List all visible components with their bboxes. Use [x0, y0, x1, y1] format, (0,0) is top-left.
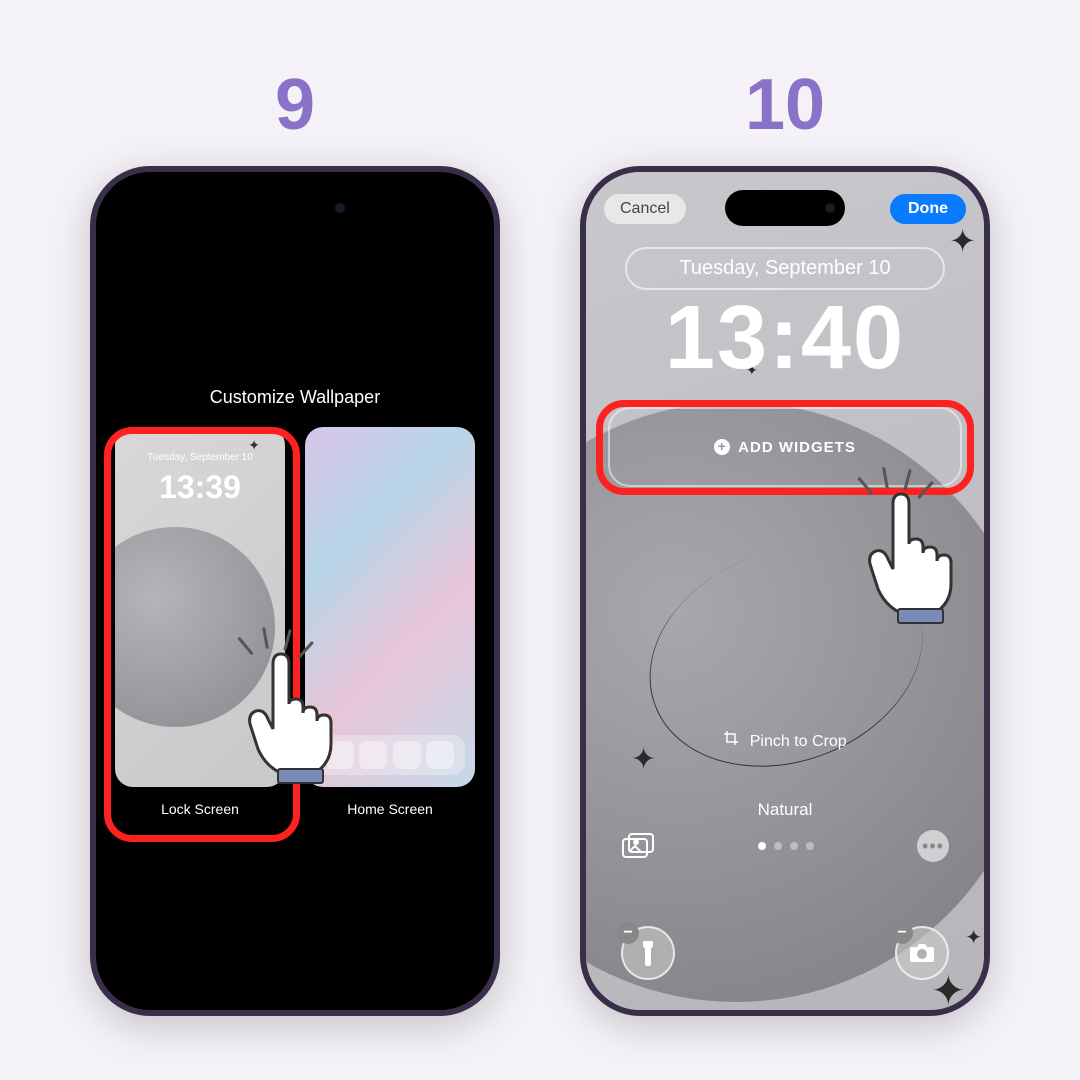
page-indicator[interactable]: [758, 842, 814, 850]
phone-frame-9: Customize Wallpaper ✦ Tuesday, September…: [90, 166, 500, 1016]
customize-wallpaper-title: Customize Wallpaper: [96, 387, 494, 408]
photos-icon[interactable]: [621, 832, 655, 860]
date-widget[interactable]: Tuesday, September 10: [625, 247, 945, 290]
camera-button[interactable]: −: [895, 926, 949, 980]
dock-app-icon: [393, 741, 421, 769]
dynamic-island: [725, 190, 845, 226]
cancel-button[interactable]: Cancel: [604, 194, 686, 224]
phone-frame-10: ✦ ✦ ✦ ✦ ✦ Cancel Done Tuesday, September…: [580, 166, 990, 1016]
dot: [774, 842, 782, 850]
pinch-to-crop-hint: Pinch to Crop: [586, 730, 984, 751]
remove-badge-icon[interactable]: −: [617, 922, 639, 944]
clock-widget[interactable]: 13:40: [586, 287, 984, 390]
tap-gesture-icon: [226, 627, 366, 787]
crop-icon: [723, 730, 739, 751]
step-number-10: 10: [745, 64, 825, 146]
remove-badge-icon[interactable]: −: [891, 922, 913, 944]
home-screen-label: Home Screen: [347, 801, 433, 817]
sparkle-icon: ✦: [949, 222, 976, 260]
bottom-controls-row: •••: [586, 830, 984, 862]
more-options-button[interactable]: •••: [917, 830, 949, 862]
flashlight-button[interactable]: −: [621, 926, 675, 980]
dot: [806, 842, 814, 850]
dot: [790, 842, 798, 850]
step-10-container: 10 ✦ ✦ ✦ ✦ ✦ Cancel Done Tuesday, Septem…: [580, 64, 990, 1016]
dock-app-icon: [426, 741, 454, 769]
lock-screen-editor: ✦ ✦ ✦ ✦ ✦ Cancel Done Tuesday, September…: [586, 172, 984, 1010]
dot-active: [758, 842, 766, 850]
dynamic-island: [235, 190, 355, 226]
tap-gesture-icon: [846, 467, 984, 627]
bottom-action-row: − −: [586, 926, 984, 980]
step-9-container: 9 Customize Wallpaper ✦ Tuesday, Septemb…: [90, 64, 500, 1016]
filter-name-label: Natural: [586, 800, 984, 820]
done-button[interactable]: Done: [890, 194, 966, 224]
step-number-9: 9: [275, 64, 315, 146]
